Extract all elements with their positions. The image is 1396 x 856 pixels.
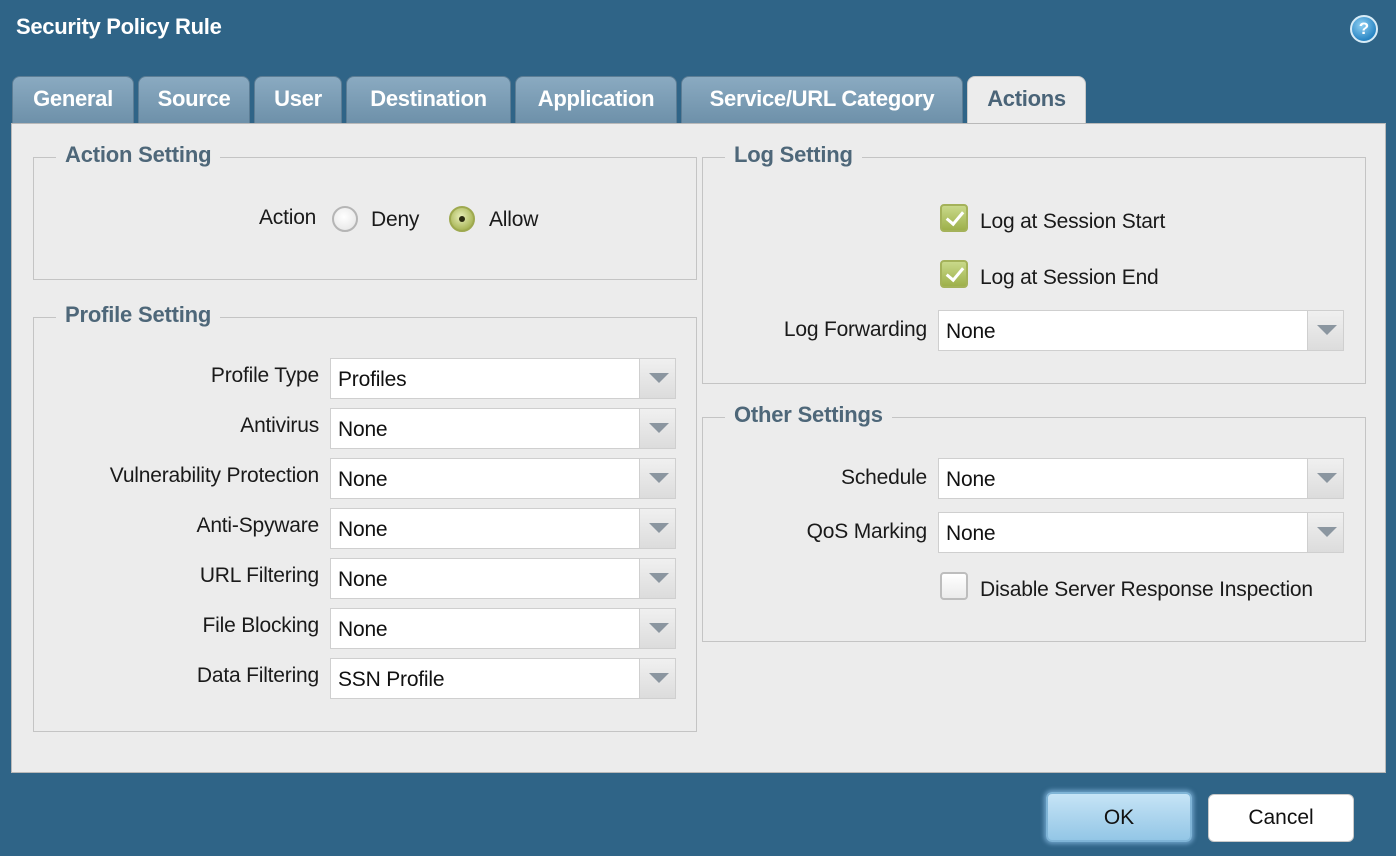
action-label: Action [259,206,317,229]
chevron-down-icon[interactable] [1307,311,1343,350]
log-session-start-checkbox[interactable] [940,204,968,232]
deny-label[interactable]: Deny [371,208,419,232]
chevron-down-icon[interactable] [639,459,675,498]
data-filtering-select[interactable]: SSN Profile [330,658,676,699]
help-icon[interactable]: ? [1350,15,1378,43]
antivirus-value: None [338,418,388,441]
log-session-end-label[interactable]: Log at Session End [980,266,1159,290]
action-setting-group: Action Setting Action Deny Allow [33,142,697,280]
chevron-down-icon[interactable] [639,359,675,398]
deny-radio[interactable] [332,206,358,232]
file-blocking-label: File Blocking [202,614,320,637]
chevron-down-icon[interactable] [639,659,675,698]
data-filtering-label: Data Filtering [196,664,319,687]
antivirus-label: Antivirus [240,414,319,437]
tab-general[interactable]: General [12,76,134,124]
tab-source[interactable]: Source [138,76,250,124]
profile-type-select[interactable]: Profiles [330,358,676,399]
profile-type-label: Profile Type [210,364,319,387]
profile-type-value: Profiles [338,368,407,391]
file-blocking-select[interactable]: None [330,608,676,649]
vulnerability-protection-value: None [338,468,388,491]
data-filtering-value: SSN Profile [338,668,445,691]
anti-spyware-select[interactable]: None [330,508,676,549]
actions-panel: Action Setting Action Deny Allow Profile… [11,123,1386,773]
cancel-button[interactable]: Cancel [1208,794,1354,842]
log-session-start-label[interactable]: Log at Session Start [980,210,1165,234]
schedule-value: None [946,468,996,491]
dialog-title-bar: Security Policy Rule ? [0,0,1396,60]
schedule-label: Schedule [841,466,927,489]
dialog-title: Security Policy Rule [16,14,222,39]
antivirus-select[interactable]: None [330,408,676,449]
tab-service-url-category[interactable]: Service/URL Category [681,76,963,124]
log-forwarding-value: None [946,320,996,343]
url-filtering-label: URL Filtering [199,564,319,587]
anti-spyware-label: Anti-Spyware [196,514,320,537]
profile-setting-group: Profile Setting Profile Type Profiles An… [33,302,697,732]
chevron-down-icon[interactable] [639,559,675,598]
anti-spyware-value: None [338,518,388,541]
log-session-end-checkbox[interactable] [940,260,968,288]
file-blocking-value: None [338,618,388,641]
tab-actions[interactable]: Actions [967,76,1086,125]
disable-server-response-inspection-checkbox[interactable] [940,572,968,600]
qos-marking-value: None [946,522,996,545]
chevron-down-icon[interactable] [639,509,675,548]
ok-button[interactable]: OK [1046,792,1192,842]
allow-radio[interactable] [449,206,475,232]
log-forwarding-select[interactable]: None [938,310,1344,351]
log-setting-group: Log Setting Log at Session Start Log at … [702,142,1366,384]
vulnerability-protection-select[interactable]: None [330,458,676,499]
tab-destination[interactable]: Destination [346,76,511,124]
url-filtering-value: None [338,568,388,591]
log-forwarding-label: Log Forwarding [783,318,927,341]
qos-marking-select[interactable]: None [938,512,1344,553]
other-settings-legend: Other Settings [725,402,892,428]
other-settings-group: Other Settings Schedule None QoS Marking… [702,402,1366,642]
log-setting-legend: Log Setting [725,142,862,168]
chevron-down-icon[interactable] [1307,459,1343,498]
chevron-down-icon[interactable] [639,409,675,448]
tab-application[interactable]: Application [515,76,677,124]
chevron-down-icon[interactable] [1307,513,1343,552]
schedule-select[interactable]: None [938,458,1344,499]
chevron-down-icon[interactable] [639,609,675,648]
allow-label[interactable]: Allow [489,208,538,232]
qos-marking-label: QoS Marking [806,520,928,543]
profile-setting-legend: Profile Setting [56,302,221,328]
vulnerability-protection-label: Vulnerability Protection [109,464,319,487]
tab-user[interactable]: User [254,76,342,124]
action-setting-legend: Action Setting [56,142,221,168]
disable-server-response-inspection-label[interactable]: Disable Server Response Inspection [980,578,1313,602]
url-filtering-select[interactable]: None [330,558,676,599]
